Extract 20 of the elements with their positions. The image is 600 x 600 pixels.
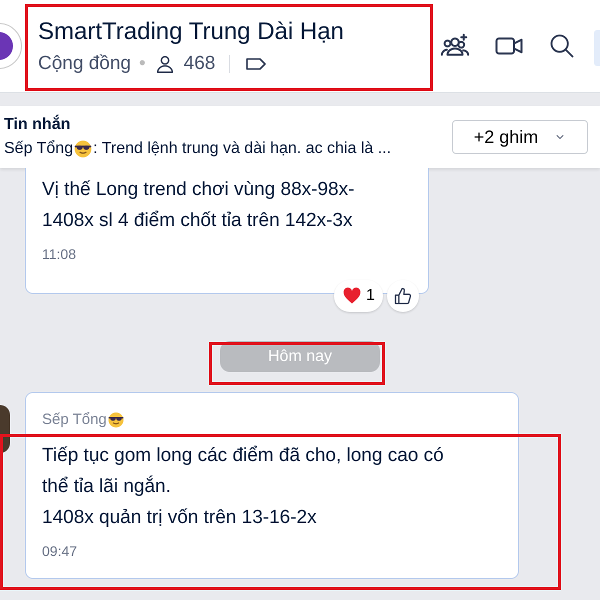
date-divider: Hôm nay — [220, 341, 380, 372]
pinned-sender: Sếp Tổng — [4, 139, 74, 159]
message-text: Tiếp tục gom long các điểm đã cho, long cao có thể tỉa lãi ngắn. 1408x quản trị vốn trên 13-16-2x — [42, 444, 445, 530]
group-type: Cộng đồng — [38, 52, 131, 76]
pinned-label: Tin nhắn — [4, 114, 72, 135]
message-text: Vị thế Long trend chơi vùng 88x-98x- 1408x sl 4 điểm chốt tỉa trên 142x-3x — [42, 178, 356, 233]
message-time: 11:08 — [42, 245, 77, 264]
member-count: 468 — [184, 52, 216, 76]
sender-name: Sếp Tổng — [42, 410, 107, 430]
pinned-more-button[interactable]: +2 ghim — [452, 120, 588, 154]
heart-reaction[interactable]: 1 — [334, 280, 383, 312]
sunglasses-face-icon — [73, 139, 94, 159]
pinned-preview[interactable]: : Trend lệnh trung và dài hạn. ac chia là ... — [93, 137, 392, 161]
group-title: SmartTrading Trung Dài Hạn — [38, 16, 344, 47]
heart-icon — [342, 286, 362, 306]
dot-separator: • — [138, 52, 146, 76]
message-time: 09:47 — [42, 542, 78, 560]
search-icon[interactable] — [548, 32, 576, 60]
thumbs-up-icon — [392, 286, 413, 306]
sunglasses-face-icon — [106, 411, 125, 430]
